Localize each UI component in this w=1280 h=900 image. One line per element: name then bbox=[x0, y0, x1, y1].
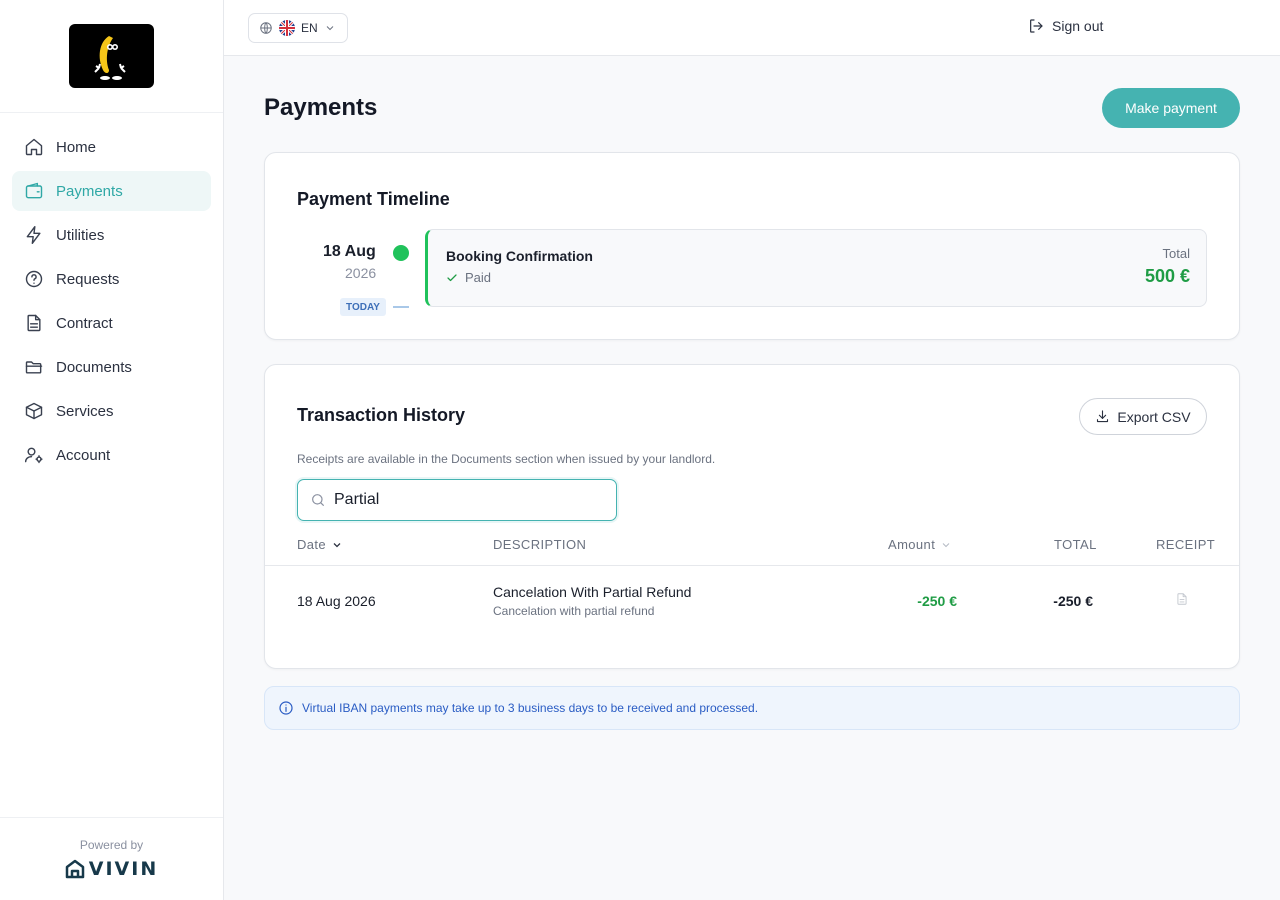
info-text: Virtual IBAN payments may take up to 3 b… bbox=[302, 701, 759, 715]
sign-out-button[interactable]: Sign out bbox=[1028, 18, 1103, 34]
sidebar-item-label: Services bbox=[56, 402, 114, 420]
help-circle-icon bbox=[25, 270, 43, 288]
check-icon bbox=[447, 273, 457, 281]
sidebar-item-account[interactable]: Account bbox=[12, 435, 211, 475]
timeline-entry[interactable]: Booking Confirmation Paid Total 500 € bbox=[425, 229, 1207, 307]
document-icon bbox=[27, 314, 41, 332]
sidebar-item-label: Contract bbox=[56, 314, 113, 332]
chevron-down-icon bbox=[326, 26, 334, 31]
column-description-label: DESCRIPTION bbox=[493, 537, 587, 552]
info-icon bbox=[279, 701, 293, 715]
row-title: Cancelation With Partial Refund bbox=[493, 584, 692, 600]
total-amount: 500 € bbox=[1144, 266, 1190, 286]
sidebar-item-payments[interactable]: Payments bbox=[12, 171, 211, 211]
page-header: Payments Make payment bbox=[264, 56, 1240, 152]
brand-name: VIVIN bbox=[88, 858, 159, 880]
company-logo[interactable] bbox=[69, 24, 154, 88]
timeline-year: 2026 bbox=[345, 265, 377, 281]
transaction-history-card: Transaction History Export CSV Receipts … bbox=[264, 364, 1240, 669]
timeline-entry-status: Paid bbox=[446, 270, 491, 285]
sidebar: Home Payments Utilities Requests Contrac… bbox=[0, 0, 224, 900]
sidebar-item-home[interactable]: Home bbox=[12, 127, 211, 167]
receipt-icon bbox=[1175, 591, 1189, 610]
sidebar-item-utilities[interactable]: Utilities bbox=[12, 215, 211, 255]
topbar: EN Sign out bbox=[224, 0, 1280, 56]
lightning-icon bbox=[26, 225, 41, 245]
main-content: Payments Make payment Payment Timeline 1… bbox=[264, 56, 1240, 730]
home-icon bbox=[25, 138, 43, 156]
powered-by-label: Powered by bbox=[79, 838, 144, 852]
timeline-status-dot bbox=[393, 245, 409, 261]
download-icon bbox=[1097, 410, 1109, 423]
package-icon bbox=[25, 402, 43, 420]
column-date-label: Date bbox=[297, 537, 327, 552]
column-header-description: DESCRIPTION bbox=[493, 537, 586, 552]
folder-icon bbox=[25, 361, 43, 374]
logo-area bbox=[0, 0, 223, 113]
make-payment-button[interactable]: Make payment bbox=[1102, 88, 1240, 128]
sidebar-item-label: Utilities bbox=[56, 226, 105, 244]
receipts-note: Receipts are available in the Documents … bbox=[297, 452, 716, 466]
status-label: Paid bbox=[465, 270, 492, 285]
sidebar-nav: Home Payments Utilities Requests Contrac… bbox=[0, 113, 223, 493]
sidebar-item-label: Account bbox=[56, 446, 111, 464]
sidebar-item-contract[interactable]: Contract bbox=[12, 303, 211, 343]
page-title: Payments bbox=[264, 94, 378, 121]
search-box bbox=[297, 479, 617, 521]
sidebar-item-label: Requests bbox=[56, 270, 120, 288]
payment-timeline-card: Payment Timeline 18 Aug 2026 TODAY Booki… bbox=[264, 152, 1240, 340]
row-subtitle: Cancelation with partial refund bbox=[493, 604, 655, 618]
house-logo-icon bbox=[65, 859, 85, 879]
sidebar-item-requests[interactable]: Requests bbox=[12, 259, 211, 299]
language-selector[interactable]: EN bbox=[248, 13, 348, 43]
export-csv-button[interactable]: Export CSV bbox=[1079, 398, 1207, 435]
sidebar-item-services[interactable]: Services bbox=[12, 391, 211, 431]
column-total-label: TOTAL bbox=[1054, 537, 1097, 552]
timeline-date: 18 Aug bbox=[323, 243, 376, 260]
sidebar-item-label: Documents bbox=[56, 358, 132, 376]
today-marker bbox=[393, 306, 409, 308]
search-input[interactable] bbox=[334, 491, 594, 509]
sidebar-footer: Powered by VIVIN bbox=[0, 817, 223, 900]
search-icon bbox=[312, 494, 324, 506]
column-header-receipt: RECEIPT bbox=[1156, 537, 1215, 552]
uk-flag-icon bbox=[279, 20, 295, 36]
row-total: -250 € bbox=[1053, 593, 1093, 609]
language-label: EN bbox=[301, 21, 318, 35]
timeline-entry-title: Booking Confirmation bbox=[446, 248, 593, 264]
sidebar-item-documents[interactable]: Documents bbox=[12, 347, 211, 387]
column-header-date[interactable]: Date bbox=[297, 537, 343, 552]
vivin-logo: VIVIN bbox=[65, 858, 158, 880]
wallet-icon bbox=[25, 182, 43, 199]
globe-icon bbox=[260, 22, 272, 34]
column-header-amount[interactable]: Amount bbox=[888, 537, 952, 552]
column-header-total: TOTAL bbox=[1054, 537, 1097, 552]
info-banner: Virtual IBAN payments may take up to 3 b… bbox=[264, 686, 1240, 730]
user-settings-icon bbox=[24, 447, 43, 464]
timeline-title: Payment Timeline bbox=[297, 189, 450, 209]
table-divider bbox=[265, 565, 1239, 566]
chevron-down-icon bbox=[333, 542, 341, 547]
today-badge: TODAY bbox=[340, 298, 386, 316]
logout-icon bbox=[1030, 19, 1043, 33]
column-receipt-label: RECEIPT bbox=[1156, 537, 1216, 552]
sidebar-item-label: Payments bbox=[56, 182, 123, 200]
total-label: Total bbox=[1162, 246, 1190, 261]
row-amount: -250 € bbox=[917, 593, 957, 609]
chevron-down-icon bbox=[942, 542, 950, 547]
row-date: 18 Aug 2026 bbox=[297, 593, 376, 609]
export-csv-label: Export CSV bbox=[1117, 408, 1191, 425]
column-amount-label: Amount bbox=[888, 537, 936, 552]
sign-out-label: Sign out bbox=[1052, 18, 1104, 34]
sidebar-item-label: Home bbox=[56, 138, 97, 156]
history-title: Transaction History bbox=[297, 405, 466, 425]
